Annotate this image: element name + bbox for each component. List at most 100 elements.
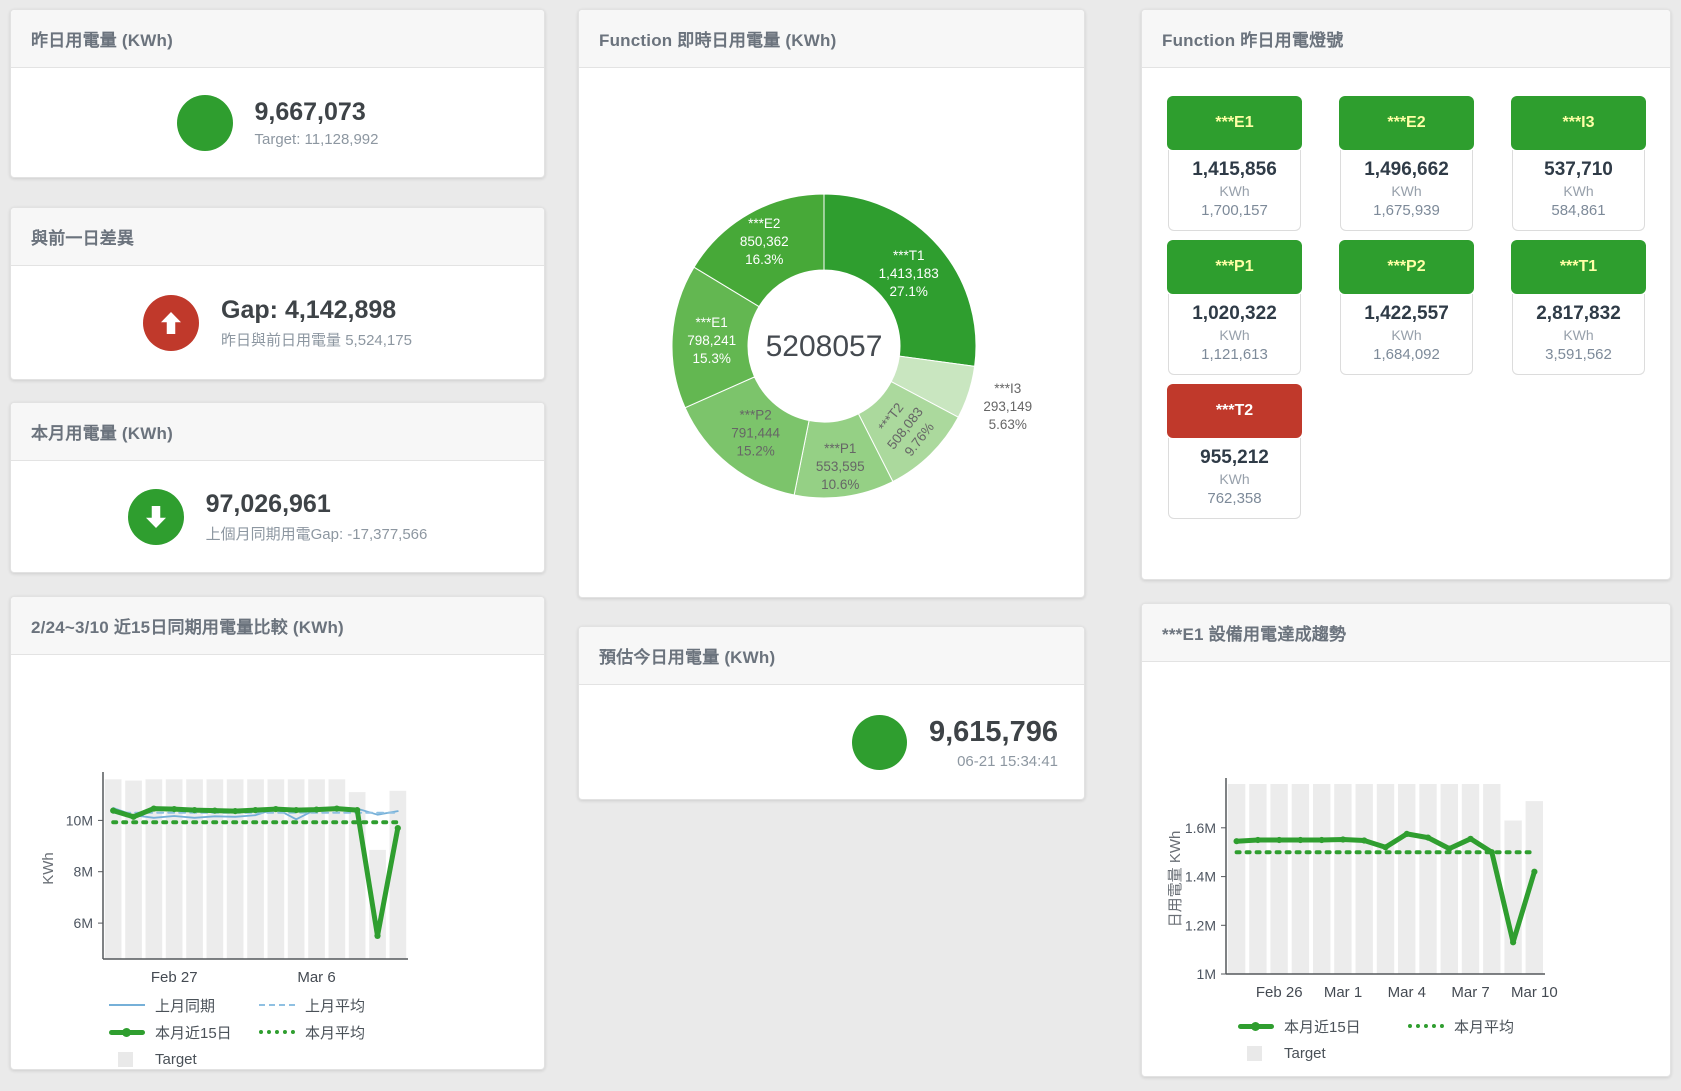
- light-tile-p1[interactable]: ***P1 1,020,322 KWh 1,121,613: [1167, 240, 1302, 375]
- month-usage-body: 97,026,961 上個月同期用電Gap: -17,377,566: [11, 461, 544, 572]
- light-tile-body: 955,212 KWh 762,358: [1168, 438, 1301, 519]
- svg-text:Mar 7: Mar 7: [1451, 984, 1489, 1001]
- legend-item-box-gray[interactable]: Target: [1238, 1042, 1408, 1064]
- e1-trend-legend: 本月近15日本月平均Target: [1238, 1015, 1670, 1064]
- forecast-usage-card: 預估今日用電量 (KWh) 9,615,796 06-21 15:34:41: [578, 626, 1085, 800]
- legend-swatch-dot-green: [259, 1030, 295, 1034]
- yesterday-usage-target: Target: 11,128,992: [255, 131, 379, 148]
- svg-text:***I3293,1495.63%: ***I3293,1495.63%: [983, 381, 1032, 432]
- forecast-usage-value: 9,615,796: [929, 714, 1058, 750]
- light-tile-value: 1,415,856: [1173, 159, 1296, 181]
- lights-tile-grid: ***E11,415,856KWh1,700,157***E21,496,662…: [1142, 68, 1670, 519]
- legend-item-line-blue[interactable]: 上月同期: [109, 994, 259, 1016]
- light-tile-unit: KWh: [1173, 471, 1296, 487]
- green-arrow-down-icon: [128, 489, 184, 545]
- light-tile-e1[interactable]: ***E1 1,415,856 KWh 1,700,157: [1167, 96, 1302, 231]
- light-tile-target: 3,591,562: [1517, 346, 1640, 363]
- day-gap-title: 與前一日差異: [11, 208, 544, 266]
- svg-text:Feb 27: Feb 27: [151, 969, 198, 985]
- legend-item-dot-green[interactable]: 本月平均: [259, 1021, 429, 1043]
- legend-swatch-box-gray: [1247, 1046, 1262, 1061]
- yesterday-lights-title: Function 昨日用電燈號: [1142, 10, 1670, 68]
- svg-text:Mar 6: Mar 6: [297, 969, 335, 985]
- light-tile-target: 1,121,613: [1173, 346, 1296, 363]
- e1-trend-card: ***E1 設備用電達成趨勢 1M1.2M1.4M1.6MFeb 26Mar 1…: [1141, 603, 1671, 1077]
- light-tile-body: 1,020,322 KWh 1,121,613: [1168, 294, 1301, 375]
- usage-compare-card: 2/24~3/10 近15日同期用電量比較 (KWh) 6M 8M 10M Feb 2…: [10, 596, 545, 1070]
- light-tile-target: 1,700,157: [1173, 202, 1296, 219]
- day-gap-sub: 昨日與前日用電量 5,524,175: [221, 329, 412, 350]
- legend-swatch-dash-blue: [259, 1004, 295, 1006]
- light-tile-name: ***E2: [1339, 96, 1474, 150]
- light-tile-value: 2,817,832: [1517, 303, 1640, 325]
- light-tile-value: 1,496,662: [1345, 159, 1468, 181]
- usage-compare-chart[interactable]: 6M 8M 10M Feb 27 Mar 6 KWh: [11, 655, 544, 985]
- legend-item-line-green-thick[interactable]: 本月近15日: [109, 1021, 259, 1043]
- day-gap-value: Gap: 4,142,898: [221, 295, 412, 326]
- legend-swatch-dot-green: [1408, 1024, 1444, 1028]
- green-status-circle-icon: [177, 95, 233, 151]
- light-tile-name: ***P1: [1167, 240, 1302, 294]
- light-tile-p2[interactable]: ***P21,422,557KWh1,684,092: [1339, 240, 1474, 375]
- light-tile-i3[interactable]: ***I3537,710KWh584,861: [1511, 96, 1646, 231]
- day-gap-body: Gap: 4,142,898 昨日與前日用電量 5,524,175: [11, 266, 544, 379]
- svg-text:Feb 26: Feb 26: [1256, 984, 1303, 1001]
- light-tile-unit: KWh: [1517, 183, 1640, 199]
- svg-text:5208057: 5208057: [766, 330, 883, 363]
- forecast-usage-body: 9,615,796 06-21 15:34:41: [579, 685, 1084, 799]
- svg-text:10M: 10M: [66, 812, 93, 828]
- month-usage-value: 97,026,961: [206, 489, 428, 520]
- light-tile-value: 1,422,557: [1345, 303, 1468, 325]
- light-tile-t1[interactable]: ***T12,817,832KWh3,591,562: [1511, 240, 1646, 375]
- forecast-usage-title: 預估今日用電量 (KWh): [579, 627, 1084, 685]
- legend-item-dot-green[interactable]: 本月平均: [1408, 1015, 1558, 1037]
- light-tile-e2[interactable]: ***E2 1,496,662 KWh 1,675,939: [1339, 96, 1474, 231]
- svg-text:1.6M: 1.6M: [1185, 820, 1216, 836]
- light-tile-body: 537,710KWh584,861: [1512, 150, 1645, 231]
- yesterday-usage-value: 9,667,073: [255, 97, 379, 128]
- legend-item-box-gray[interactable]: Target: [109, 1048, 259, 1070]
- svg-text:Mar 10: Mar 10: [1511, 984, 1558, 1001]
- svg-text:6M: 6M: [74, 915, 93, 931]
- light-tile-value: 537,710: [1517, 159, 1640, 181]
- svg-text:Mar 1: Mar 1: [1324, 984, 1362, 1001]
- realtime-usage-card: Function 即時日用電量 (KWh) ***T11,413,18327.1…: [578, 9, 1085, 598]
- month-usage-gap: 上個月同期用電Gap: -17,377,566: [206, 523, 428, 544]
- forecast-usage-timestamp: 06-21 15:34:41: [929, 753, 1058, 770]
- yesterday-usage-card: 昨日用電量 (KWh) 9,667,073 Target: 11,128,992: [10, 9, 545, 178]
- usage-compare-title: 2/24~3/10 近15日同期用電量比較 (KWh): [11, 597, 544, 655]
- svg-text:1.4M: 1.4M: [1185, 869, 1216, 885]
- usage-compare-legend: 上月同期上月平均本月近15日本月平均Target: [109, 994, 544, 1070]
- month-usage-title: 本月用電量 (KWh): [11, 403, 544, 461]
- energy-dashboard: 昨日用電量 (KWh) 9,667,073 Target: 11,128,992…: [0, 0, 1681, 1091]
- svg-text:日用電量 KWh: 日用電量 KWh: [1167, 831, 1184, 928]
- light-tile-value: 1,020,322: [1173, 303, 1296, 325]
- light-tile-value: 955,212: [1173, 447, 1296, 469]
- realtime-usage-donut-chart[interactable]: ***T11,413,18327.1%***I3293,1495.63%***T…: [579, 68, 1084, 597]
- light-tile-body: 1,496,662 KWh 1,675,939: [1340, 150, 1473, 231]
- light-tile-target: 762,358: [1173, 490, 1296, 507]
- light-tile-name: ***T1: [1511, 240, 1646, 294]
- day-gap-card: 與前一日差異 Gap: 4,142,898 昨日與前日用電量 5,524,175: [10, 207, 545, 380]
- month-usage-card: 本月用電量 (KWh) 97,026,961 上個月同期用電Gap: -17,3…: [10, 402, 545, 573]
- legend-item-dash-blue[interactable]: 上月平均: [259, 994, 429, 1016]
- svg-text:1M: 1M: [1197, 966, 1216, 982]
- legend-swatch-line-green-thick: [109, 1030, 145, 1035]
- light-tile-unit: KWh: [1345, 183, 1468, 199]
- light-tile-name: ***I3: [1511, 96, 1646, 150]
- light-tile-unit: KWh: [1173, 327, 1296, 343]
- light-tile-t2[interactable]: ***T2 955,212 KWh 762,358: [1167, 384, 1302, 519]
- legend-item-line-green-thick[interactable]: 本月近15日: [1238, 1015, 1408, 1037]
- light-tile-body: 2,817,832KWh3,591,562: [1512, 294, 1645, 375]
- light-tile-body: 1,422,557KWh1,684,092: [1340, 294, 1473, 375]
- e1-trend-chart[interactable]: 1M1.2M1.4M1.6MFeb 26Mar 1Mar 4Mar 7Mar 1…: [1142, 662, 1670, 1006]
- light-tile-unit: KWh: [1173, 183, 1296, 199]
- light-tile-name: ***T2: [1167, 384, 1302, 438]
- legend-swatch-line-green-thick: [1238, 1024, 1274, 1029]
- svg-text:KWh: KWh: [40, 852, 57, 885]
- light-tile-target: 1,675,939: [1345, 202, 1468, 219]
- svg-text:1.2M: 1.2M: [1185, 917, 1216, 933]
- svg-text:8M: 8M: [74, 864, 93, 880]
- light-tile-name: ***E1: [1167, 96, 1302, 150]
- light-tile-name: ***P2: [1339, 240, 1474, 294]
